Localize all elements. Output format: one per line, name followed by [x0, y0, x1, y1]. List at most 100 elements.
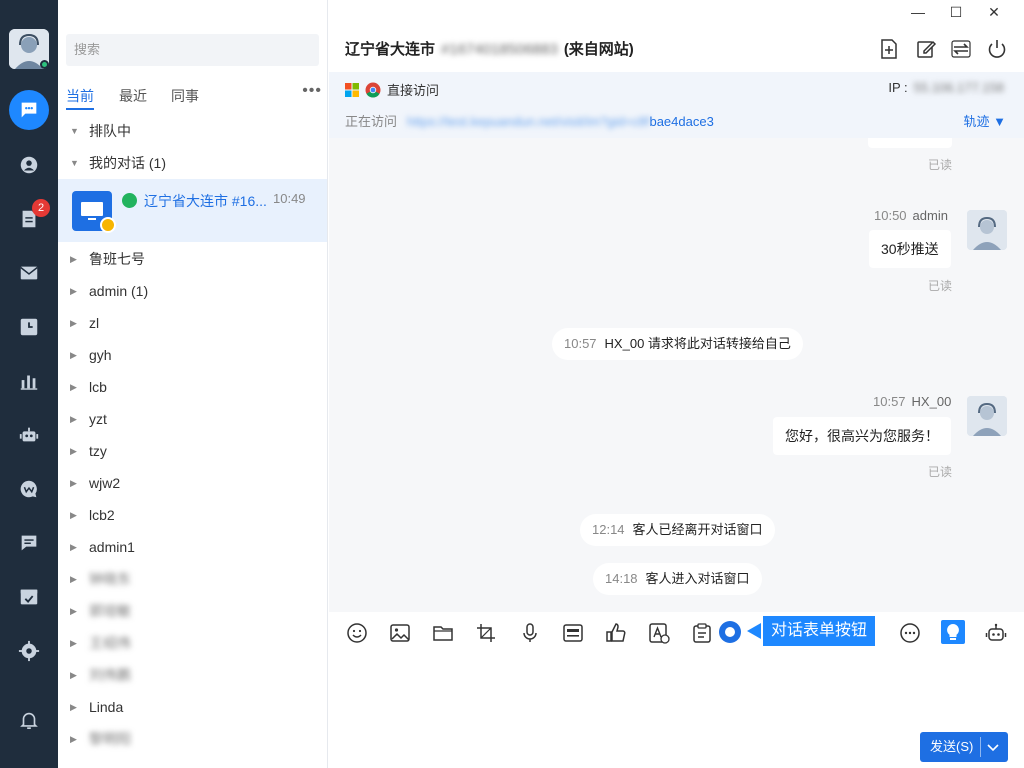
system-message-time: 12:14: [592, 522, 625, 537]
conversation-name: 辽宁省大连市 #16...: [144, 193, 267, 209]
colleague-group[interactable]: ▶ admin1: [58, 531, 327, 563]
message-sender: admin: [912, 208, 948, 223]
agent-avatar-icon: [967, 396, 1007, 436]
group-label: 我的对话 (1): [89, 155, 166, 171]
colleague-group[interactable]: ▶ tzy: [58, 435, 327, 467]
group-my-conversations[interactable]: ▼ 我的对话 (1): [58, 147, 327, 179]
nav-contacts-button[interactable]: [9, 145, 49, 185]
card-icon[interactable]: [562, 622, 584, 644]
system-message-time: 14:18: [605, 571, 638, 586]
colleague-group[interactable]: ▶ 刘伟鹏: [58, 659, 327, 691]
colleague-group[interactable]: ▶ Linda: [58, 691, 327, 723]
caret-down-icon: ▼: [70, 158, 79, 168]
colleague-name: lcb2: [89, 507, 115, 523]
chevron-down-icon[interactable]: [986, 740, 1000, 754]
clipboard-icon[interactable]: [691, 622, 713, 644]
window-controls: — ☐ ✕: [904, 0, 1024, 24]
message-input[interactable]: 发送(S): [329, 652, 1024, 768]
more-chat-icon[interactable]: [899, 622, 921, 644]
agent-avatar: [967, 210, 1007, 250]
caret-right-icon: ▶: [70, 734, 77, 744]
visiting-label: 正在访问: [345, 114, 398, 129]
thumbs-up-icon[interactable]: [605, 622, 627, 644]
visiting-url[interactable]: https://test.kepuandun.net/visit/im?gid=…: [407, 114, 714, 129]
active-tab-indicator: [66, 108, 94, 110]
tab-colleagues[interactable]: 同事: [171, 86, 199, 106]
nav-mail-button[interactable]: [9, 253, 49, 293]
transfer-icon[interactable]: [950, 38, 972, 60]
colleague-group[interactable]: ▶ admin (1): [58, 275, 327, 307]
send-button[interactable]: 发送(S): [920, 732, 1008, 762]
waiting-clock-icon: [100, 217, 116, 233]
colleague-group[interactable]: ▶ lcb2: [58, 499, 327, 531]
microphone-icon[interactable]: [519, 622, 541, 644]
caret-right-icon: ▶: [70, 350, 77, 360]
visiting-url-tail: bae4dace3: [649, 114, 714, 129]
nav-history-button[interactable]: [9, 307, 49, 347]
crop-icon[interactable]: [475, 622, 497, 644]
trace-dropdown[interactable]: 轨迹 ▼: [964, 111, 1006, 130]
colleague-group[interactable]: ▶ yzt: [58, 403, 327, 435]
message-list[interactable]: 已读 10:50 admin 30秒推送 已读 10:57 HX_00 请求将此对话…: [329, 138, 1024, 612]
colleague-group[interactable]: ▶ 王绍伟: [58, 627, 327, 659]
active-conversation-item[interactable]: 辽宁省大连市 #16... 10:49: [58, 179, 327, 242]
colleague-group[interactable]: ▶ wjw2: [58, 467, 327, 499]
colleague-group[interactable]: ▶ 钟晓东: [58, 563, 327, 595]
more-options-button[interactable]: •••: [302, 82, 322, 100]
colleague-name: lcb: [89, 379, 107, 395]
checklist-icon: [20, 589, 38, 605]
chrome-logo-icon: [365, 82, 381, 98]
mail-icon: [20, 266, 38, 280]
nav-chat-button[interactable]: [9, 90, 49, 130]
robot-icon[interactable]: [985, 622, 1007, 644]
caret-right-icon: ▶: [70, 702, 77, 712]
agent-avatar-icon: [967, 210, 1007, 250]
system-message-time: 10:57: [564, 336, 597, 351]
emoji-icon[interactable]: [346, 622, 368, 644]
read-receipt: 已读: [928, 465, 953, 479]
form-button[interactable]: [719, 621, 741, 643]
system-message-text: 客人已经离开对话窗口: [632, 522, 763, 537]
nav-messages-button[interactable]: [9, 523, 49, 563]
message-bubble: 您好，很高兴为您服务！: [773, 417, 951, 455]
maximize-button[interactable]: ☐: [946, 2, 966, 22]
caret-right-icon: ▶: [70, 542, 77, 552]
previous-message-bubble: [868, 138, 952, 148]
close-button[interactable]: ✕: [984, 2, 1004, 22]
caret-right-icon: ▶: [70, 446, 77, 456]
nav-notifications-button[interactable]: [9, 700, 49, 740]
group-queue[interactable]: ▼ 排队中: [58, 115, 327, 147]
image-icon[interactable]: [389, 622, 411, 644]
nav-settings-button[interactable]: [9, 631, 49, 671]
nav-bot-button[interactable]: [9, 415, 49, 455]
add-document-icon[interactable]: [878, 38, 900, 60]
folder-icon[interactable]: [432, 622, 454, 644]
caret-down-icon: ▼: [70, 126, 79, 136]
message-meta: 10:57 HX_00: [873, 394, 951, 409]
minimize-button[interactable]: —: [908, 2, 928, 22]
nav-wechat-button[interactable]: [9, 469, 49, 509]
search-input[interactable]: 搜索: [66, 34, 319, 66]
smart-assist-button[interactable]: [941, 620, 965, 644]
colleague-group[interactable]: ▶ gyh: [58, 339, 327, 371]
colleague-group[interactable]: ▶ 鲁班七号: [58, 243, 327, 275]
message-bubble: 30秒推送: [869, 230, 951, 268]
gear-icon: [18, 640, 40, 662]
colleague-group[interactable]: ▶ zl: [58, 307, 327, 339]
nav-tasks-button[interactable]: [9, 577, 49, 617]
user-circle-icon: [20, 156, 38, 174]
tab-current[interactable]: 当前: [66, 86, 94, 106]
bar-chart-icon: [20, 375, 38, 390]
wechat-channel-icon: [122, 193, 137, 208]
colleague-name: admin (1): [89, 283, 149, 299]
colleague-group[interactable]: ▶ lcb: [58, 371, 327, 403]
edit-icon[interactable]: [915, 38, 937, 60]
text-template-icon[interactable]: [648, 622, 670, 644]
colleague-group[interactable]: ▶ 郭培敏: [58, 595, 327, 627]
tab-recent[interactable]: 最近: [119, 86, 147, 106]
power-icon[interactable]: [986, 38, 1008, 60]
message-meta: 10:50 admin: [874, 208, 948, 223]
colleague-group[interactable]: ▶ 黎明阳: [58, 723, 327, 755]
wechat-bubble-icon: [20, 480, 37, 498]
nav-stats-button[interactable]: [9, 361, 49, 401]
